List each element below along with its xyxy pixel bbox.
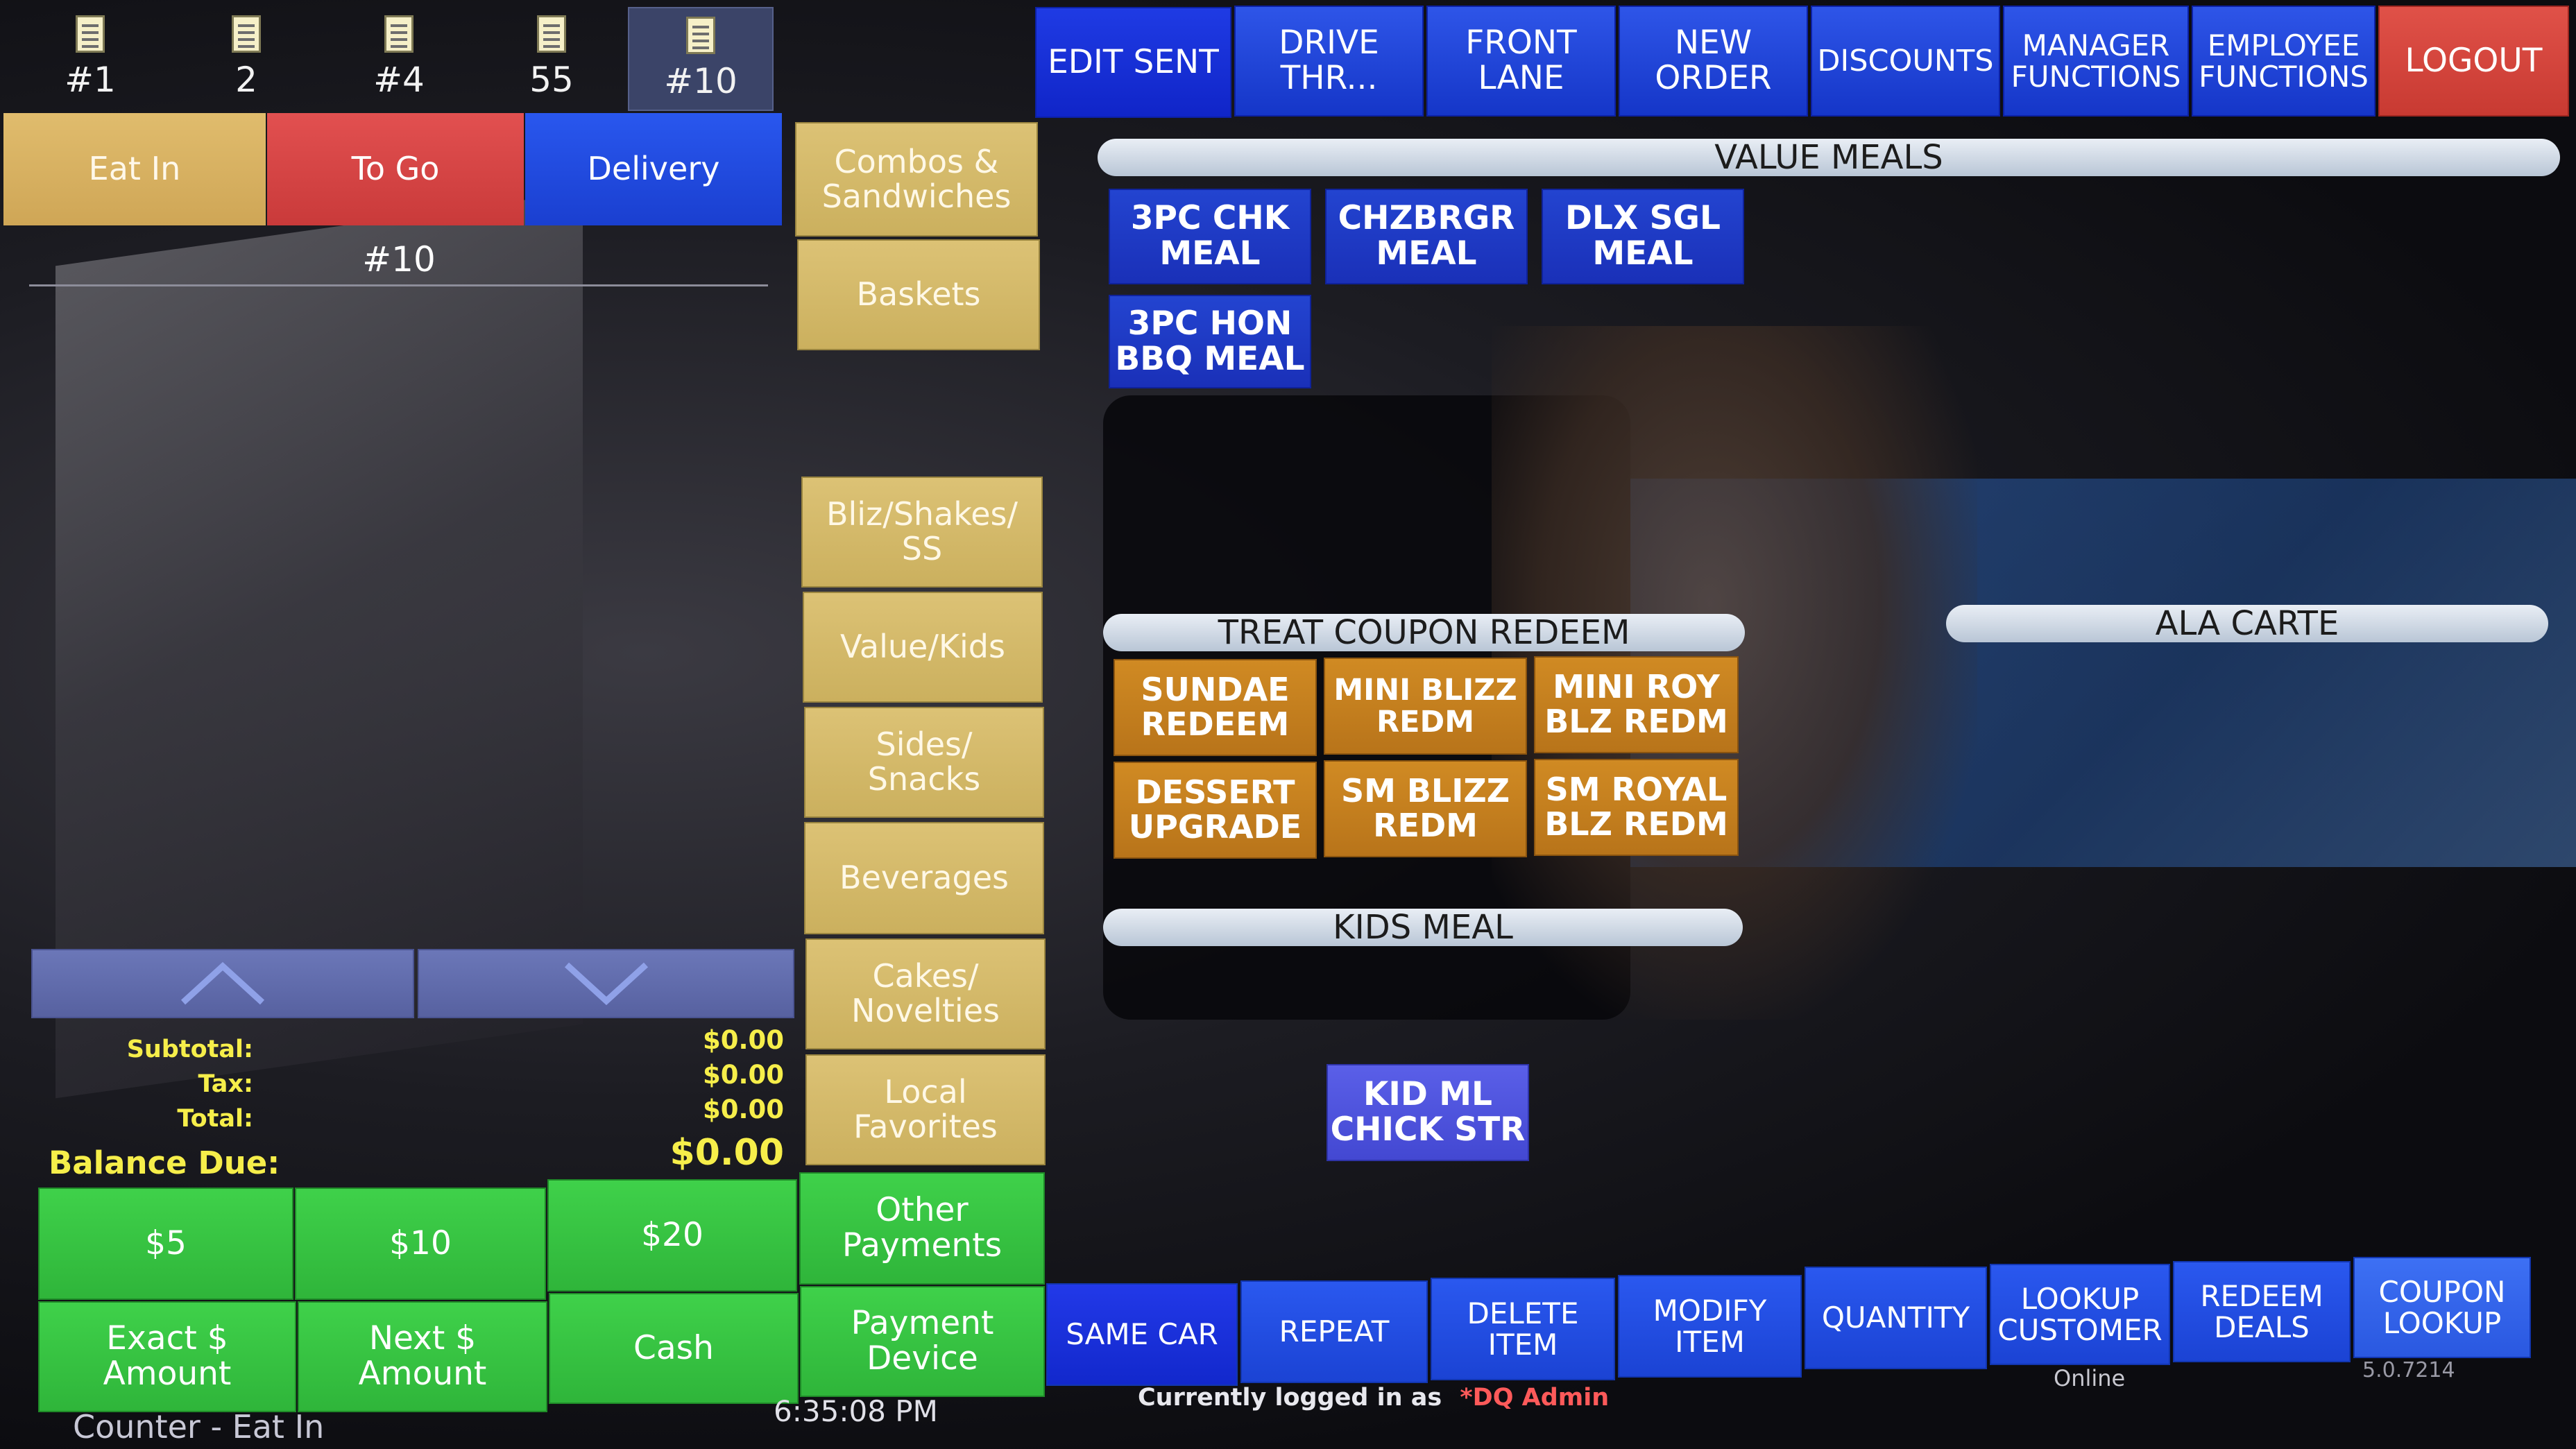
- meal-3pc-hon-bbq-button[interactable]: 3PC HON BBQ MEAL: [1109, 295, 1311, 388]
- kids-meal-header: KIDS MEAL: [1103, 908, 1743, 947]
- front-lane-button[interactable]: FRONT LANE: [1426, 6, 1616, 117]
- drive-thru-button[interactable]: DRIVE THR...: [1234, 6, 1424, 117]
- modify-item-button[interactable]: MODIFY ITEM: [1618, 1275, 1802, 1378]
- category-sides-button[interactable]: Sides/ Snacks: [804, 707, 1044, 818]
- balance-due-label: Balance Due:: [49, 1144, 280, 1181]
- edit-sent-button[interactable]: EDIT SENT: [1035, 7, 1231, 118]
- total-label: Total:: [177, 1105, 253, 1133]
- repeat-button[interactable]: REPEAT: [1240, 1280, 1428, 1383]
- ticket-icon: [76, 15, 105, 53]
- ticket-label: #4: [373, 60, 425, 100]
- category-cakes-button[interactable]: Cakes/ Novelties: [805, 938, 1046, 1049]
- same-car-button[interactable]: SAME CAR: [1046, 1283, 1238, 1386]
- pay-5-button[interactable]: $5: [38, 1188, 293, 1300]
- ticket-icon: [537, 15, 566, 53]
- kid-ml-chick-str-button[interactable]: KID ML CHICK STR: [1327, 1064, 1529, 1161]
- subtotal-label: Subtotal:: [126, 1036, 253, 1063]
- balance-due-value: $0.00: [669, 1132, 784, 1174]
- logout-button[interactable]: LOGOUT: [2378, 6, 2569, 117]
- cash-button[interactable]: Cash: [549, 1293, 799, 1404]
- online-status: Online: [2054, 1365, 2126, 1391]
- category-value-kids-button[interactable]: Value/Kids: [803, 592, 1043, 703]
- next-amount-button[interactable]: Next $ Amount: [298, 1301, 547, 1412]
- sundae-redeem-button[interactable]: SUNDAE REDEEM: [1114, 659, 1317, 756]
- ticket-tab-2[interactable]: 2: [173, 7, 319, 111]
- ala-carte-header: ALA CARTE: [1946, 604, 2548, 643]
- employee-functions-button[interactable]: EMPLOYEE FUNCTIONS: [2192, 6, 2375, 117]
- ticket-tab-4[interactable]: 55: [479, 7, 624, 111]
- other-payments-button[interactable]: Other Payments: [799, 1172, 1045, 1285]
- pay-20-button[interactable]: $20: [547, 1179, 797, 1292]
- version-label: 5.0.7214: [2362, 1358, 2455, 1382]
- ticket-tab-5[interactable]: #10: [628, 7, 774, 111]
- ticket-label: #10: [664, 61, 737, 101]
- ticket-icon: [686, 17, 715, 54]
- treat-coupon-header: TREAT COUPON REDEEM: [1103, 613, 1745, 652]
- logged-in-status: Currently logged in as *DQ Admin: [1138, 1384, 1609, 1412]
- ticket-icon: [232, 15, 261, 53]
- tax-label: Tax:: [198, 1070, 253, 1098]
- total-value: $0.00: [702, 1095, 784, 1124]
- discounts-button[interactable]: DISCOUNTS: [1811, 6, 2000, 117]
- subtotal-value: $0.00: [702, 1025, 784, 1055]
- exact-amount-button[interactable]: Exact $ Amount: [38, 1301, 296, 1412]
- lookup-customer-button[interactable]: LOOKUP CUSTOMER: [1990, 1264, 2170, 1365]
- clock: 6:35:08 PM: [774, 1394, 938, 1428]
- to-go-button[interactable]: To Go: [267, 113, 524, 225]
- new-order-button[interactable]: NEW ORDER: [1619, 6, 1808, 117]
- sm-blizz-redm-button[interactable]: SM BLIZZ REDM: [1324, 760, 1527, 857]
- delivery-button[interactable]: Delivery: [525, 113, 782, 225]
- meal-dlx-sgl-button[interactable]: DLX SGL MEAL: [1542, 189, 1744, 284]
- ticket-label: 2: [235, 60, 257, 100]
- logged-in-user: *DQ Admin: [1460, 1384, 1610, 1412]
- redeem-deals-button[interactable]: REDEEM DEALS: [2173, 1261, 2351, 1362]
- coupon-lookup-button[interactable]: COUPON LOOKUP: [2353, 1257, 2531, 1358]
- current-order-number: #10: [362, 239, 436, 280]
- meal-3pc-chk-button[interactable]: 3PC CHK MEAL: [1109, 189, 1311, 284]
- meal-chzbrgr-button[interactable]: CHZBRGR MEAL: [1325, 189, 1528, 284]
- ticket-icon: [384, 15, 413, 53]
- category-beverages-button[interactable]: Beverages: [804, 822, 1044, 934]
- scroll-down-button[interactable]: [418, 949, 794, 1018]
- delete-item-button[interactable]: DELETE ITEM: [1431, 1278, 1615, 1380]
- chevron-up-icon: [180, 961, 265, 1005]
- tax-value: $0.00: [702, 1060, 784, 1090]
- chevron-down-icon: [564, 962, 648, 1006]
- order-mode-status: Counter - Eat In: [73, 1408, 325, 1446]
- manager-functions-button[interactable]: MANAGER FUNCTIONS: [2003, 6, 2189, 117]
- category-bliz-button[interactable]: Bliz/Shakes/ SS: [801, 477, 1043, 588]
- category-baskets-button[interactable]: Baskets: [797, 239, 1040, 350]
- dessert-upgrade-button[interactable]: DESSERT UPGRADE: [1114, 762, 1317, 859]
- quantity-button[interactable]: QUANTITY: [1805, 1267, 1987, 1369]
- ticket-label: #1: [65, 60, 116, 100]
- category-local-favorites-button[interactable]: Local Favorites: [805, 1054, 1046, 1165]
- order-divider: [29, 284, 768, 286]
- payment-device-button[interactable]: Payment Device: [800, 1286, 1045, 1397]
- scroll-up-button[interactable]: [31, 949, 414, 1018]
- value-meals-header: VALUE MEALS: [1098, 138, 2560, 177]
- mini-roy-blz-redm-button[interactable]: MINI ROY BLZ REDM: [1534, 656, 1739, 753]
- sm-royal-blz-redm-button[interactable]: SM ROYAL BLZ REDM: [1534, 759, 1739, 856]
- pay-10-button[interactable]: $10: [295, 1188, 546, 1300]
- logged-in-prefix: Currently logged in as: [1138, 1384, 1442, 1412]
- ticket-tab-1[interactable]: #1: [17, 7, 163, 111]
- ticket-tab-3[interactable]: #4: [326, 7, 472, 111]
- ticket-label: 55: [529, 60, 574, 100]
- mini-blizz-redm-button[interactable]: MINI BLIZZ REDM: [1324, 658, 1527, 755]
- category-combos-button[interactable]: Combos & Sandwiches: [795, 122, 1038, 237]
- eat-in-button[interactable]: Eat In: [3, 113, 266, 225]
